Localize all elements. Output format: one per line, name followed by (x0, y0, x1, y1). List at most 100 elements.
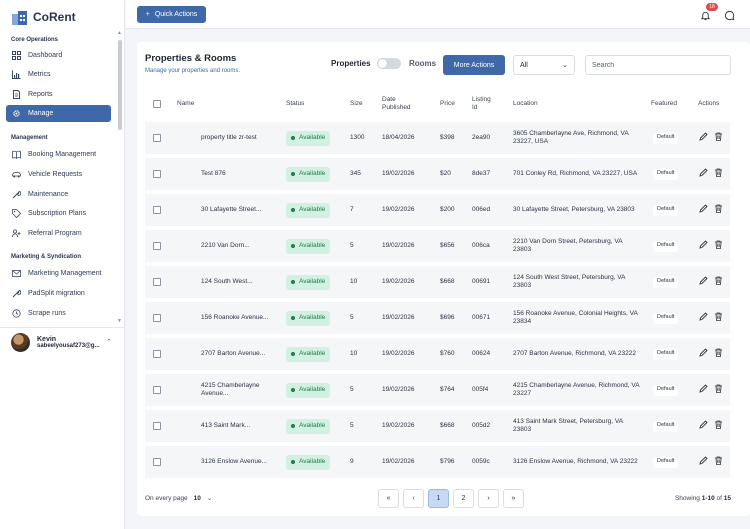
sidebar-item-reports[interactable]: Reports (6, 86, 111, 103)
featured-badge[interactable]: Default (653, 348, 679, 360)
sidebar-item-vehicle-requests[interactable]: Vehicle Requests (6, 166, 111, 183)
featured-badge[interactable]: Default (653, 420, 679, 432)
per-page-control[interactable]: On every page 10 ⌄ (145, 494, 212, 503)
last-page-button[interactable]: » (503, 489, 524, 508)
select-all-checkbox[interactable] (153, 100, 161, 108)
sidebar-item-subscription-plans[interactable]: Subscription Plans (6, 205, 111, 222)
brand[interactable]: CoRent (11, 7, 76, 27)
cell-name[interactable]: 3126 Enslow Avenue... (201, 446, 276, 478)
sidebar-item-padsplit-migration[interactable]: PadSplit migration (6, 285, 111, 302)
table-row[interactable]: 2707 Barton Avenue... Available 10 19/02/20… (145, 338, 730, 370)
edit-icon[interactable] (699, 384, 708, 396)
trash-icon[interactable] (714, 204, 723, 216)
cell-name[interactable]: 124 South West... (201, 266, 276, 298)
table-row[interactable]: 3126 Enslow Avenue... Available 9 19/02/202… (145, 446, 730, 478)
edit-icon[interactable] (699, 132, 708, 144)
toggle-label-rooms[interactable]: Rooms (409, 59, 436, 68)
cell-name[interactable]: 2707 Barton Avenue... (201, 338, 276, 370)
properties-rooms-toggle[interactable] (377, 58, 401, 69)
search-input[interactable] (585, 55, 731, 75)
cell-name[interactable]: 2210 Van Dorn... (201, 230, 276, 262)
filter-select[interactable]: All ⌄ (513, 55, 575, 75)
scroll-up-icon[interactable]: ▲ (117, 30, 122, 36)
select-all-cell[interactable] (153, 90, 161, 118)
trash-icon[interactable] (714, 168, 723, 180)
row-checkbox[interactable] (153, 278, 161, 286)
table-row[interactable]: 4215 Chamberlayne Avenue... Available 5 19/… (145, 374, 730, 406)
sidebar-item-booking-management[interactable]: Booking Management (6, 146, 111, 163)
sidebar-item-referral-program[interactable]: Referral Program (6, 225, 111, 242)
header-name[interactable]: Name (177, 90, 194, 118)
chat-icon[interactable] (724, 10, 735, 21)
header-size[interactable]: Size (350, 90, 363, 118)
more-actions-button[interactable]: More Actions (443, 55, 505, 75)
sidebar-item-maintenance[interactable]: Maintenance (6, 186, 111, 203)
cell-name[interactable]: 156 Roanoke Avenue... (201, 302, 276, 334)
edit-icon[interactable] (699, 420, 708, 432)
header-location[interactable]: Location (513, 90, 538, 118)
chevron-up-icon[interactable]: ⌃ (106, 338, 112, 346)
featured-badge[interactable]: Default (653, 132, 679, 144)
row-checkbox[interactable] (153, 170, 161, 178)
featured-badge[interactable]: Default (653, 384, 679, 396)
row-checkbox[interactable] (153, 422, 161, 430)
sidebar-item-dashboard[interactable]: Dashboard (6, 47, 111, 64)
table-row[interactable]: 156 Roanoke Avenue... Available 5 19/02/202… (145, 302, 730, 334)
sidebar-item-metrics[interactable]: Metrics (6, 66, 111, 83)
edit-icon[interactable] (699, 168, 708, 180)
sidebar-item-marketing-management[interactable]: Marketing Management (6, 265, 111, 282)
featured-badge[interactable]: Default (653, 240, 679, 252)
featured-badge[interactable]: Default (653, 276, 679, 288)
header-status[interactable]: Status (286, 90, 304, 118)
table-row[interactable]: 124 South West... Available 10 19/02/2026 $6… (145, 266, 730, 298)
scroll-down-icon[interactable]: ▼ (117, 318, 122, 324)
per-page-value[interactable]: 10 (194, 495, 201, 502)
row-checkbox[interactable] (153, 458, 161, 466)
page-2-button[interactable]: 2 (453, 489, 474, 508)
edit-icon[interactable] (699, 348, 708, 360)
first-page-button[interactable]: « (378, 489, 399, 508)
trash-icon[interactable] (714, 240, 723, 252)
row-checkbox[interactable] (153, 350, 161, 358)
edit-icon[interactable] (699, 204, 708, 216)
trash-icon[interactable] (714, 132, 723, 144)
trash-icon[interactable] (714, 348, 723, 360)
row-checkbox[interactable] (153, 206, 161, 214)
trash-icon[interactable] (714, 456, 723, 468)
header-price[interactable]: Price (440, 90, 455, 118)
cell-name[interactable]: 30 Lafayette Street... (201, 194, 276, 226)
cell-name[interactable]: Test 876 (201, 158, 276, 190)
bell-icon[interactable] (700, 10, 711, 21)
cell-name[interactable]: 413 Saint Mark... (201, 410, 276, 442)
header-featured[interactable]: Featured (651, 90, 677, 118)
trash-icon[interactable] (714, 312, 723, 324)
edit-icon[interactable] (699, 312, 708, 324)
trash-icon[interactable] (714, 384, 723, 396)
row-checkbox[interactable] (153, 314, 161, 322)
page-1-button[interactable]: 1 (428, 489, 449, 508)
prev-page-button[interactable]: ‹ (403, 489, 424, 508)
sidebar-item-manage[interactable]: Manage (6, 105, 111, 122)
table-row[interactable]: 413 Saint Mark... Available 5 19/02/2026 $66… (145, 410, 730, 442)
table-row[interactable]: 2210 Van Dorn... Available 5 19/02/2026 $656… (145, 230, 730, 262)
table-row[interactable]: 30 Lafayette Street... Available 7 19/02/20… (145, 194, 730, 226)
header-date[interactable]: Date Published (382, 90, 418, 118)
trash-icon[interactable] (714, 276, 723, 288)
row-checkbox[interactable] (153, 386, 161, 394)
featured-badge[interactable]: Default (653, 312, 679, 324)
featured-badge[interactable]: Default (653, 168, 679, 180)
edit-icon[interactable] (699, 240, 708, 252)
featured-badge[interactable]: Default (653, 456, 679, 468)
toggle-label-properties[interactable]: Properties (331, 59, 371, 68)
next-page-button[interactable]: › (478, 489, 499, 508)
quick-actions-button[interactable]: + Quick Actions (137, 6, 206, 23)
cell-name[interactable]: property title zr-test (201, 122, 276, 154)
table-row[interactable]: property title zr-test Available 1300 18/04… (145, 122, 730, 154)
user-card[interactable]: Kevin sabeelyousaf273@g... ⌃ (0, 327, 125, 357)
sidebar-item-scrape-runs[interactable]: Scrape runs (6, 305, 111, 322)
edit-icon[interactable] (699, 276, 708, 288)
header-listing[interactable]: Listing Id (472, 90, 496, 118)
sidebar-scrollbar[interactable] (118, 40, 122, 130)
featured-badge[interactable]: Default (653, 204, 679, 216)
row-checkbox[interactable] (153, 134, 161, 142)
